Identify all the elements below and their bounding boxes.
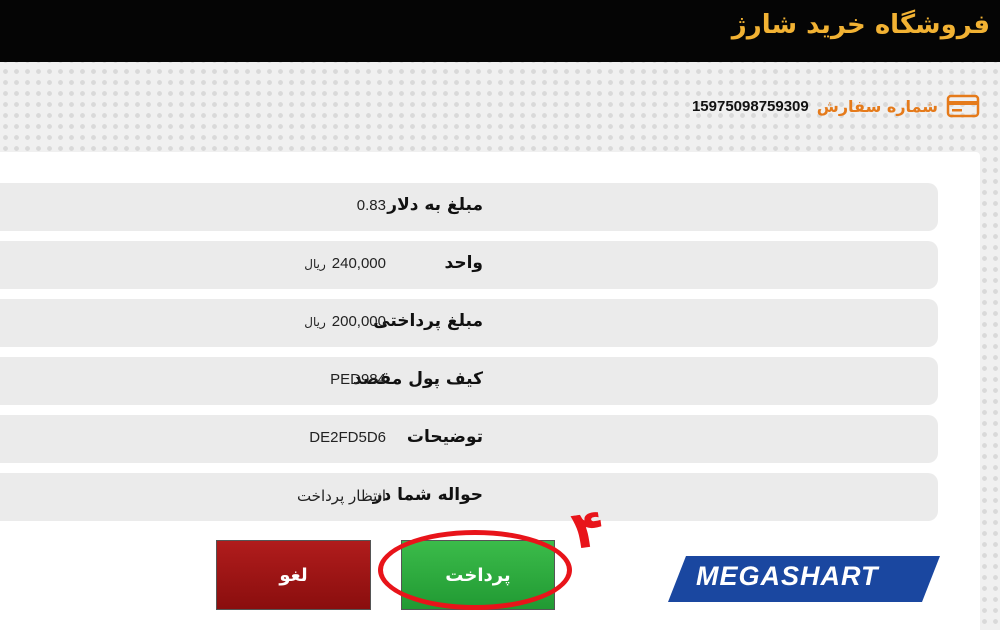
status-value: انتظار پرداخت <box>296 487 386 505</box>
detail-label: مبلغ پرداختی <box>373 311 483 331</box>
detail-row-description: توضیحات DE2FD5D6 <box>0 415 938 463</box>
detail-value-number: 240,000 <box>331 255 386 272</box>
detail-row-payment-amount: مبلغ پرداختی ریال 200,000 <box>0 299 938 347</box>
cancel-button[interactable]: لغو <box>216 540 371 610</box>
detail-value-number: 0.83 <box>356 197 386 214</box>
currency-unit: ریال <box>304 257 326 271</box>
detail-row-destination-wallet: کیف پول مقصد PED984 <box>0 357 938 405</box>
detail-value: ریال 200,000 <box>304 313 386 330</box>
store-title: فروشگاه خرید شارژ <box>731 10 990 40</box>
detail-value-number: DE2FD5D6 <box>309 429 386 446</box>
detail-row-usd-amount: مبلغ به دلار 0.83 <box>0 183 938 231</box>
order-number-line: شماره سفارش 15975098759309 <box>692 92 980 120</box>
detail-value-number: PED984 <box>330 371 386 388</box>
detail-label: واحد <box>444 253 483 273</box>
pay-button[interactable]: پرداخت <box>401 540 555 610</box>
order-label: شماره سفارش <box>816 96 938 116</box>
credit-card-icon <box>946 94 980 118</box>
top-bar: فروشگاه خرید شارژ <box>0 0 1000 62</box>
detail-label: توضیحات <box>406 427 483 447</box>
detail-value-number: 200,000 <box>331 313 386 330</box>
detail-label: مبلغ به دلار <box>387 195 483 215</box>
currency-unit: ریال <box>304 315 326 329</box>
detail-value: PED984 <box>330 371 386 388</box>
detail-label: حواله شما در <box>372 485 483 505</box>
detail-row-status: حواله شما در انتظار پرداخت <box>0 473 938 521</box>
detail-row-unit: واحد ریال 240,000 <box>0 241 938 289</box>
order-number: 15975098759309 <box>691 97 809 115</box>
detail-value: DE2FD5D6 <box>309 429 386 446</box>
detail-value: 0.83 <box>357 197 386 214</box>
detail-value: ریال 240,000 <box>304 255 386 272</box>
logo-text: MEGASHART <box>696 561 879 591</box>
detail-value: انتظار پرداخت <box>297 487 386 505</box>
